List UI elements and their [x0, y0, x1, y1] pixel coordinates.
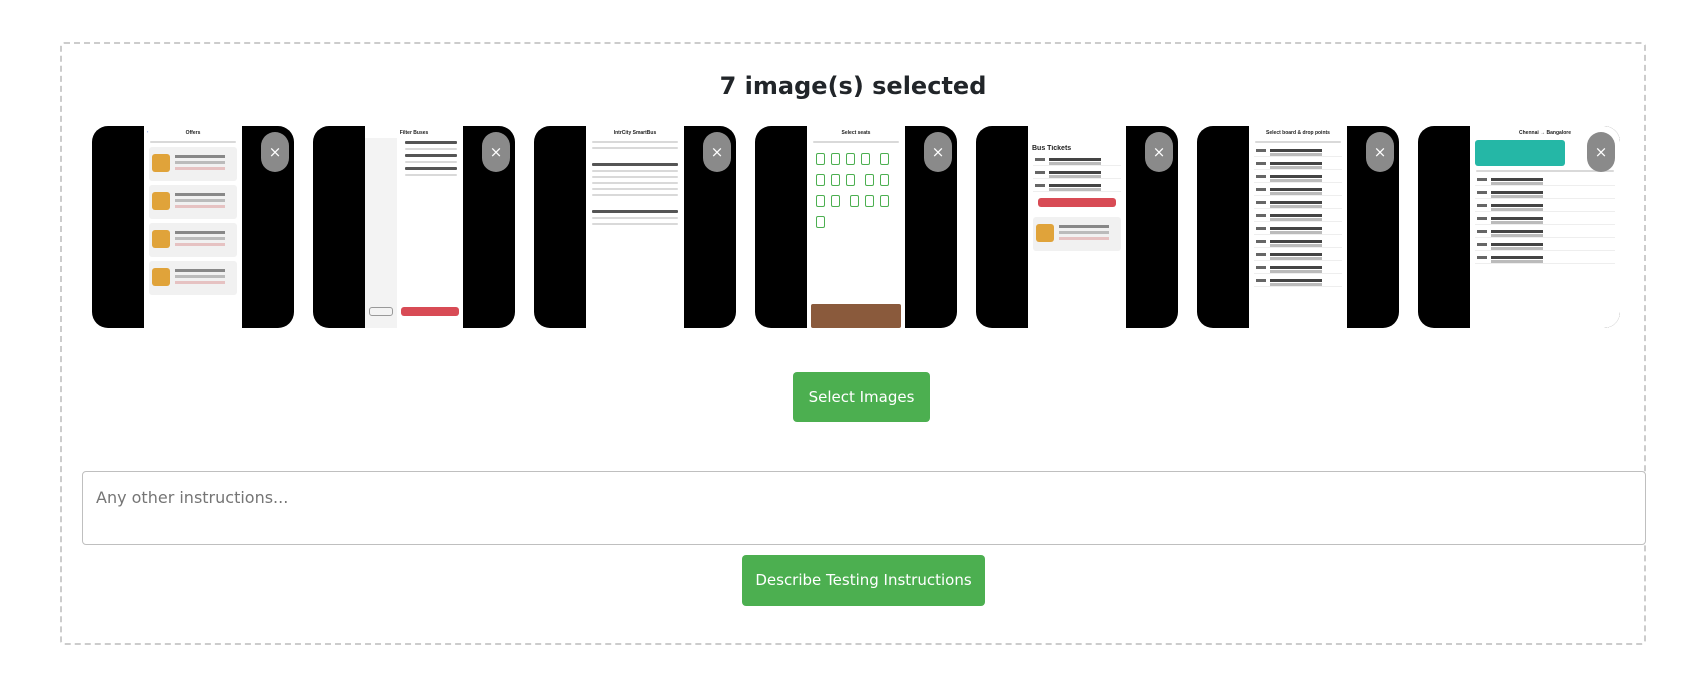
selected-count-heading: 7 image(s) selected — [719, 72, 987, 100]
instructions-input[interactable] — [82, 471, 1646, 545]
thumbnail-6: Select board & drop points × — [1197, 126, 1399, 328]
thumbnail-title: Filter Buses — [399, 130, 429, 136]
thumbnail-4: Select seats × — [755, 126, 957, 328]
thumbnail-screenshot: Bus Tickets — [1028, 126, 1126, 328]
remove-image-button[interactable]: × — [924, 132, 952, 172]
thumbnail-screenshot: ‹ Offers — [144, 126, 242, 328]
thumbnail-screenshot: Select seats — [807, 126, 905, 328]
remove-image-button[interactable]: × — [1366, 132, 1394, 172]
remove-image-button[interactable]: × — [261, 132, 289, 172]
thumbnail-5: Bus Tickets × — [976, 126, 1178, 328]
thumbnail-title: IntrCity SmartBus — [613, 130, 657, 136]
thumbnail-title: Select board & drop points — [1266, 130, 1330, 136]
thumbnail-title: Select seats — [841, 130, 871, 136]
thumbnail-strip: ‹ Offers × Filter Buses × IntrCity Smart… — [92, 126, 1620, 328]
remove-image-button[interactable]: × — [703, 132, 731, 172]
thumbnail-3: IntrCity SmartBus × — [534, 126, 736, 328]
remove-image-button[interactable]: × — [1587, 132, 1615, 172]
remove-image-button[interactable]: × — [1145, 132, 1173, 172]
select-images-button[interactable]: Select Images — [793, 372, 930, 422]
remove-image-button[interactable]: × — [482, 132, 510, 172]
thumbnail-2: Filter Buses × — [313, 126, 515, 328]
thumbnail-1: ‹ Offers × — [92, 126, 294, 328]
thumbnail-7: Chennai → Bangalore × — [1418, 126, 1620, 328]
thumbnail-screenshot: IntrCity SmartBus — [586, 126, 684, 328]
thumbnail-title: Bus Tickets — [1032, 145, 1072, 152]
thumbnail-title: Offers — [185, 130, 201, 136]
thumbnail-screenshot: Select board & drop points — [1249, 126, 1347, 328]
describe-testing-instructions-button[interactable]: Describe Testing Instructions — [742, 555, 985, 606]
thumbnail-screenshot: Filter Buses — [365, 126, 463, 328]
image-dropzone: 7 image(s) selected ‹ Offers × Filter Bu… — [60, 42, 1646, 645]
